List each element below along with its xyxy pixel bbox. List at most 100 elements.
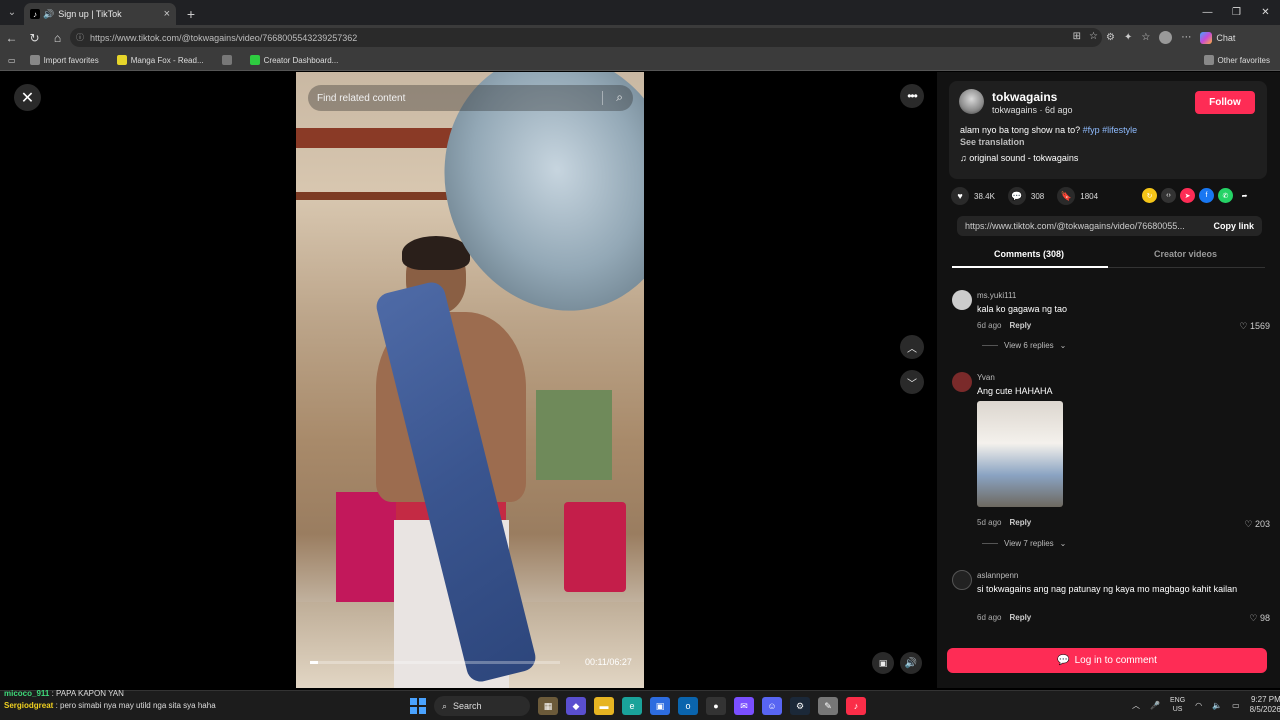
messenger-icon[interactable]: ✉	[734, 697, 754, 715]
store-icon[interactable]: ▣	[650, 697, 670, 715]
like-button[interactable]: ♥ 38.4K	[951, 187, 995, 205]
comment-avatar[interactable]	[952, 570, 972, 590]
video-progress-bar[interactable]	[310, 661, 560, 664]
browser-tab[interactable]: ♪ 🔊 Sign up | TikTok ×	[24, 3, 176, 25]
music-link[interactable]: ♫ original sound - tokwagains	[960, 153, 1078, 163]
volume-button[interactable]: 🔊	[900, 652, 922, 674]
screen: ⌄ ♪ 🔊 Sign up | TikTok × + — ❐ ✕ ← ↻ ⌂ ⓘ…	[0, 0, 1280, 720]
refresh-icon[interactable]: ↻	[23, 31, 46, 45]
more-options-button[interactable]: •••	[900, 84, 924, 108]
close-window-icon[interactable]: ✕	[1251, 0, 1280, 25]
favorite-manga-fox[interactable]: Manga Fox - Read...	[116, 55, 204, 65]
steam-icon[interactable]: ⚙	[790, 697, 810, 715]
comment-username[interactable]: aslannpenn	[977, 571, 1018, 580]
tab-actions-icon[interactable]: ⌄	[0, 0, 24, 25]
clock[interactable]: 9:27 PM 8/5/2026	[1250, 695, 1280, 715]
widgets-icon[interactable]: ▦	[538, 697, 558, 715]
outlook-icon[interactable]: o	[678, 697, 698, 715]
discord-icon[interactable]: ☺	[762, 697, 782, 715]
comment-button[interactable]: 💬 308	[1007, 187, 1044, 205]
taskbar-search[interactable]: ⌕ Search	[434, 696, 530, 716]
comment-text: Ang cute HAHAHA	[977, 386, 1053, 396]
view-replies-button[interactable]: View 6 replies ⌄	[982, 341, 1066, 350]
reply-button[interactable]: Reply	[1009, 613, 1031, 622]
language-indicator[interactable]: ENG US	[1170, 696, 1185, 714]
follow-button[interactable]: Follow	[1195, 91, 1255, 114]
save-button[interactable]: 🔖 1804	[1057, 187, 1098, 205]
comment-avatar[interactable]	[952, 290, 972, 310]
microphone-icon[interactable]: 🎤	[1150, 701, 1160, 710]
close-video-button[interactable]: ✕	[14, 84, 41, 111]
puzzle-icon[interactable]: ✦	[1124, 32, 1132, 43]
share-link-url[interactable]: https://www.tiktok.com/@tokwagains/video…	[965, 221, 1193, 231]
caption-hashtags[interactable]: #fyp #lifestyle	[1083, 125, 1138, 135]
back-icon[interactable]: ←	[0, 31, 23, 45]
comment-avatar[interactable]	[952, 372, 972, 392]
new-tab-icon[interactable]: +	[180, 3, 202, 25]
search-icon[interactable]: ⌕	[616, 90, 623, 105]
speaker-icon[interactable]: 🔊	[43, 9, 54, 20]
battery-icon[interactable]: ▭	[1232, 701, 1240, 710]
obs-icon[interactable]: ●	[706, 697, 726, 715]
previous-video-button[interactable]: ︿	[900, 335, 924, 359]
tab-creator-videos[interactable]: Creator videos	[1154, 249, 1217, 259]
site-info-icon[interactable]: ⓘ	[76, 32, 84, 43]
reply-button[interactable]: Reply	[1009, 518, 1031, 527]
related-search-input[interactable]: Find related content ⌕	[308, 85, 633, 111]
chevron-up-icon[interactable]: ︿	[1132, 700, 1140, 711]
facebook-icon[interactable]: f	[1199, 188, 1214, 203]
favorite-import[interactable]: Import favorites	[29, 55, 99, 65]
comment-username[interactable]: ms.yuki111	[977, 291, 1016, 300]
embed-icon[interactable]: ‹›	[1161, 188, 1176, 203]
copy-link-button[interactable]: Copy link	[1213, 221, 1254, 231]
address-bar: ← ↻ ⌂ ⓘ https://www.tiktok.com/@tokwagai…	[0, 25, 1280, 50]
edge-icon[interactable]: e	[622, 697, 642, 715]
windows-start-icon[interactable]	[410, 698, 426, 714]
folder-icon	[1203, 55, 1214, 65]
repost-icon[interactable]: ↻	[1142, 188, 1157, 203]
file-explorer-icon[interactable]: ▬	[594, 697, 614, 715]
extensions-icon[interactable]: ⚙	[1106, 32, 1115, 43]
copilot-chat-button[interactable]: Chat	[1200, 31, 1235, 44]
next-video-button[interactable]: ﹀	[900, 370, 924, 394]
favorite-blank[interactable]	[221, 55, 232, 65]
wifi-icon[interactable]: ◠	[1195, 701, 1202, 710]
picture-in-picture-button[interactable]: ▣	[872, 652, 894, 674]
comment-username[interactable]: Yvan	[977, 373, 995, 382]
copilot-app-icon[interactable]: ◆	[566, 697, 586, 715]
share-arrow-icon[interactable]: ➦	[1237, 188, 1252, 203]
minimize-icon[interactable]: —	[1193, 0, 1222, 25]
sidebar-toggle-icon[interactable]: ▭	[8, 56, 16, 65]
close-tab-icon[interactable]: ×	[164, 8, 170, 20]
home-icon[interactable]: ⌂	[46, 31, 69, 45]
profile-avatar[interactable]	[1159, 31, 1173, 44]
page-icon	[221, 55, 232, 65]
comment-like-button[interactable]: ♡ 1569	[1239, 321, 1270, 332]
music-app-icon[interactable]: ♪	[846, 697, 866, 715]
comment-like-button[interactable]: ♡ 98	[1249, 613, 1270, 624]
comment-image[interactable]	[977, 401, 1063, 507]
comment-like-button[interactable]: ♡ 203	[1244, 519, 1270, 530]
app-available-icon[interactable]: ⊞	[1073, 31, 1081, 42]
more-tools-icon[interactable]: ⋯	[1181, 32, 1191, 43]
restore-icon[interactable]: ❐	[1222, 0, 1251, 25]
tab-comments[interactable]: Comments (308)	[994, 249, 1064, 259]
send-icon[interactable]: ➤	[1180, 188, 1195, 203]
notepad-icon[interactable]: ✎	[818, 697, 838, 715]
favorites-icon[interactable]: ☆	[1141, 32, 1150, 43]
view-replies-button[interactable]: View 7 replies ⌄	[982, 539, 1066, 548]
volume-icon[interactable]: 🔈	[1212, 701, 1222, 710]
comment-age: 6d ago	[977, 613, 1002, 622]
comment-text: si tokwagains ang nag patunay ng kaya mo…	[977, 584, 1238, 594]
author-name[interactable]: tokwagains	[992, 90, 1057, 104]
see-translation-link[interactable]: See translation	[960, 137, 1025, 147]
url-input[interactable]: ⓘ https://www.tiktok.com/@tokwagains/vid…	[70, 28, 1102, 47]
whatsapp-icon[interactable]: ✆	[1218, 188, 1233, 203]
author-avatar[interactable]	[959, 89, 984, 114]
login-to-comment-button[interactable]: 💬 Log in to comment	[947, 648, 1267, 673]
other-favorites[interactable]: Other favorites	[1203, 55, 1270, 65]
video-player[interactable]	[296, 72, 644, 688]
favorite-star-icon[interactable]: ☆	[1089, 31, 1098, 42]
favorite-creator-dashboard[interactable]: Creator Dashboard...	[249, 55, 338, 65]
reply-button[interactable]: Reply	[1009, 321, 1031, 330]
